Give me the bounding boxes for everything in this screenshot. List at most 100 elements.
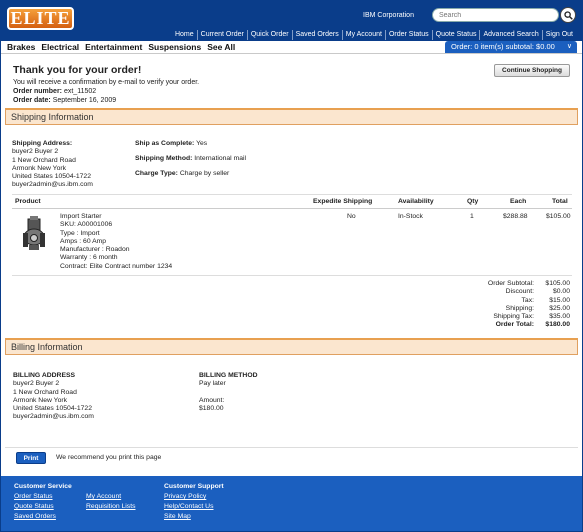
- billing-section-header: Billing Information: [5, 338, 578, 355]
- site-header: ELITE IBM Corporation Home Current Order…: [1, 1, 582, 41]
- nav-saved-orders[interactable]: Saved Orders: [291, 30, 342, 40]
- address-line: buyer2 Buyer 2: [12, 148, 59, 156]
- footer-link-saved-orders[interactable]: Saved Orders: [14, 512, 72, 522]
- order-summary: Thank you for your order! You will recei…: [13, 64, 573, 105]
- total-row: Tax: $15.00: [444, 297, 570, 305]
- total-value: $15.00: [549, 296, 570, 304]
- nav-quote-status[interactable]: Quote Status: [431, 30, 480, 40]
- customer-support-heading: Customer Support: [164, 483, 224, 490]
- order-date-label: Order date:: [13, 97, 51, 104]
- nav-current-order[interactable]: Current Order: [196, 30, 247, 40]
- mini-cart[interactable]: Order: 0 item(s) subtotal: $0.00 ∨: [445, 41, 577, 53]
- product-sku: SKU: A00001006: [60, 221, 113, 229]
- shipping-section-header: Shipping Information: [5, 108, 578, 125]
- total-row: Shipping Tax: $35.00: [444, 313, 570, 321]
- order-date: September 16, 2009: [52, 97, 117, 104]
- nav-home[interactable]: Home: [172, 30, 197, 40]
- product-warranty: Warranty : 6 month: [60, 254, 118, 262]
- category-electrical[interactable]: Electrical: [41, 42, 79, 53]
- column-availability: Availability: [398, 198, 434, 205]
- amount-label: Amount:: [199, 396, 225, 404]
- order-number: ext_11502: [63, 88, 97, 95]
- elite-logo[interactable]: ELITE: [7, 7, 74, 30]
- amount-value: $180.00: [199, 404, 224, 412]
- footer-link-requisition-lists[interactable]: Requisition Lists: [86, 502, 136, 512]
- search-input[interactable]: [432, 8, 559, 22]
- shipping-method-label: Shipping Method:: [135, 155, 193, 162]
- item-expedite: No: [347, 213, 356, 220]
- divider: [12, 275, 572, 276]
- continue-shopping-button[interactable]: Continue Shopping: [494, 64, 570, 77]
- nav-advanced-search[interactable]: Advanced Search: [479, 30, 541, 40]
- total-value: $0.00: [552, 288, 570, 296]
- confirmation-text: You will receive a confirmation by e-mai…: [13, 79, 200, 86]
- column-total: Total: [552, 198, 568, 205]
- search-button[interactable]: [560, 7, 576, 23]
- total-value: $105.00: [545, 280, 570, 287]
- category-see-all[interactable]: See All: [207, 42, 235, 53]
- organization-name: IBM Corporation: [363, 12, 414, 19]
- search-icon: [564, 11, 573, 20]
- billing-method-heading: BILLING METHOD: [199, 372, 258, 379]
- nav-quick-order[interactable]: Quick Order: [246, 30, 292, 40]
- address-line: 1 New Orchard Road: [13, 388, 77, 396]
- ship-complete-value: Yes: [196, 140, 208, 147]
- footer-link-site-map[interactable]: Site Map: [164, 512, 224, 522]
- starter-motor-icon: [23, 216, 45, 250]
- footer-link-quote-status[interactable]: Quote Status: [14, 502, 72, 512]
- chevron-down-icon[interactable]: ∨: [567, 41, 572, 53]
- nav-sign-out[interactable]: Sign Out: [541, 30, 576, 40]
- site-footer: Customer Service Order Status Quote Stat…: [1, 476, 582, 531]
- footer-link-my-account[interactable]: My Account: [86, 492, 136, 502]
- column-each: Each: [510, 198, 527, 205]
- total-label: Shipping:: [505, 304, 534, 312]
- order-totals: Order Subtotal: $105.00 Discount: $0.00 …: [444, 280, 570, 330]
- item-each-price: $288.88: [503, 213, 528, 220]
- divider: [12, 194, 572, 195]
- address-line: buyer2admin@us.ibm.com: [12, 181, 93, 189]
- print-message: We recommend you print this page: [56, 454, 162, 461]
- ship-complete-row: Ship as Complete: Yes: [135, 140, 246, 147]
- footer-link-privacy-policy[interactable]: Privacy Policy: [164, 492, 224, 502]
- order-total-label: Order Total:: [495, 321, 534, 329]
- product-manufacturer: Manufacturer : Roadon: [60, 246, 130, 254]
- total-value: $35.00: [549, 313, 570, 321]
- shipping-address-label: Shipping Address:: [12, 140, 73, 147]
- address-line: buyer2admin@us.ibm.com: [13, 413, 94, 421]
- order-date-row: Order date: September 16, 2009: [13, 97, 573, 105]
- nav-my-account[interactable]: My Account: [341, 30, 385, 40]
- address-line: 1 New Orchard Road: [12, 156, 76, 164]
- category-bar: Brakes Electrical Entertainment Suspensi…: [1, 41, 582, 54]
- charge-type-label: Charge Type:: [135, 170, 178, 177]
- charge-type-row: Charge Type: Charge by seller: [135, 170, 246, 177]
- product-name[interactable]: Import Starter: [60, 213, 172, 221]
- shipping-address: Shipping Address: buyer2 Buyer 2 1 New O…: [12, 140, 93, 190]
- product-type: Type : Import: [60, 229, 100, 237]
- footer-account-links: My Account Requisition Lists: [86, 492, 136, 512]
- ship-complete-label: Ship as Complete:: [135, 140, 195, 147]
- print-button[interactable]: Print: [16, 452, 46, 464]
- address-line: United States 10504-1722: [13, 405, 92, 413]
- billing-method: BILLING METHOD Pay later Amount: $180.00: [199, 372, 258, 413]
- order-total-row: Order Total: $180.00: [444, 321, 570, 329]
- billing-address: BILLING ADDRESS buyer2 Buyer 2 1 New Orc…: [13, 372, 94, 422]
- total-row: Order Subtotal: $105.00: [444, 280, 570, 288]
- category-brakes[interactable]: Brakes: [7, 42, 35, 53]
- category-entertainment[interactable]: Entertainment: [85, 42, 142, 53]
- column-product: Product: [15, 198, 41, 205]
- charge-type-value: Charge by seller: [179, 170, 230, 177]
- address-line: United States 10504-1722: [12, 173, 91, 181]
- product-contract: Contract: Elite Contract number 1234: [60, 262, 173, 270]
- category-links: Brakes Electrical Entertainment Suspensi…: [7, 42, 241, 53]
- product-image[interactable]: [19, 215, 49, 251]
- billing-address-heading: BILLING ADDRESS: [13, 372, 76, 379]
- item-qty: 1: [470, 213, 474, 220]
- footer-link-order-status[interactable]: Order Status: [14, 492, 72, 502]
- order-number-label: Order number:: [13, 88, 63, 95]
- category-suspensions[interactable]: Suspensions: [148, 42, 201, 53]
- total-row: Discount: $0.00: [444, 288, 570, 296]
- column-expedite: Expedite Shipping: [313, 198, 373, 205]
- order-number-row: Order number: ext_11502: [13, 88, 573, 96]
- nav-order-status[interactable]: Order Status: [384, 30, 432, 40]
- footer-link-help-contact[interactable]: Help/Contact Us: [164, 502, 224, 512]
